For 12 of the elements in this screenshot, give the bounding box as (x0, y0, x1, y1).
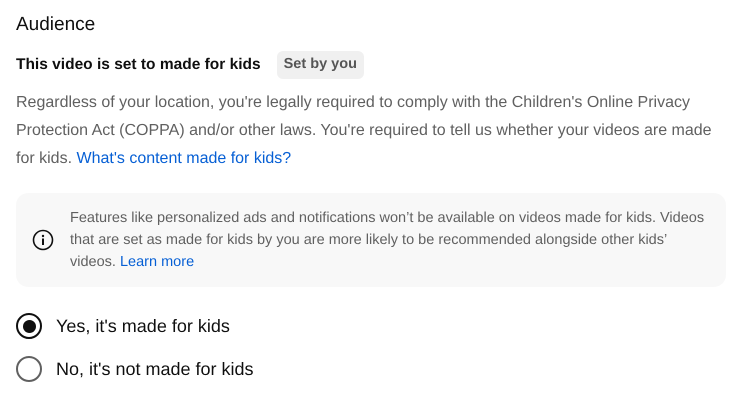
radio-button[interactable] (16, 356, 42, 382)
status-chip: Set by you (276, 50, 364, 79)
status-text: This video is set to made for kids (16, 55, 261, 76)
notice-text: Features like personalized ads and notifications won’t be available on videos made for kids. Videos that are set as made for kids by you are more likely to be recommended alongside other kids’ videos. Learn more (70, 208, 706, 272)
radio-button[interactable] (16, 313, 42, 340)
option-label[interactable]: Yes, it's made for kids (56, 312, 230, 340)
description-text: Regardless of your location, you're legally required to comply with the Children's Online Privacy Protection Act (COPPA) and/or other laws. You're required to tell us whether your videos are made for kids. What's content made for kids? (16, 92, 713, 169)
section-title: Audience (16, 14, 96, 37)
learn-more-link[interactable]: Learn more (120, 254, 194, 270)
info-icon (32, 228, 54, 251)
option-label[interactable]: No, it's not made for kids (56, 356, 254, 383)
help-link[interactable]: What's content made for kids? (76, 150, 292, 167)
